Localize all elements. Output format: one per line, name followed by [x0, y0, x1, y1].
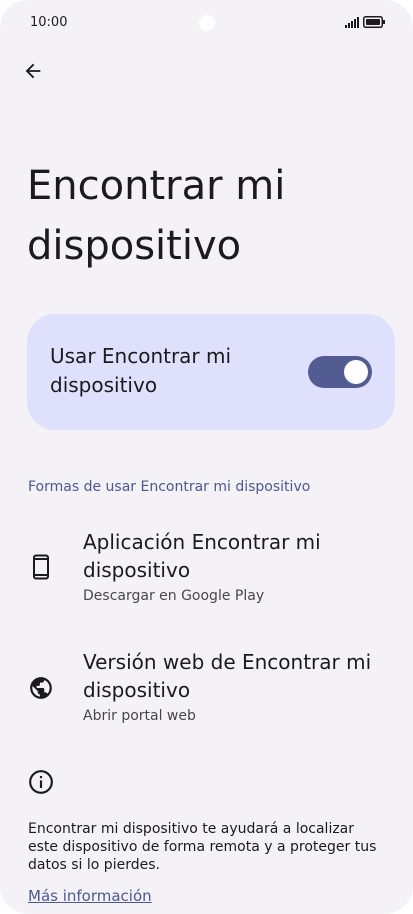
list-item-web[interactable]: Versión web de Encontrar mi dispositivo … [0, 648, 413, 734]
use-find-my-device-label: Usar Encontrar mi dispositivo [50, 344, 232, 397]
list-item-subtitle: Descargar en Google Play [83, 588, 265, 604]
globe-icon [28, 675, 54, 701]
back-button[interactable] [14, 52, 52, 90]
list-item-app[interactable]: Aplicación Encontrar mi dispositivo Desc… [0, 528, 413, 614]
page-title: Encontrar mi dispositivo [27, 163, 286, 269]
status-icons [345, 16, 385, 28]
battery-icon [363, 16, 385, 28]
more-info-link[interactable]: Más información [28, 887, 152, 905]
section-header: Formas de usar Encontrar mi dispositivo [28, 479, 311, 495]
info-text: Encontrar mi dispositivo te ayudará a lo… [28, 821, 377, 873]
switch-thumb [344, 360, 368, 384]
list-item-text: Aplicación Encontrar mi dispositivo Desc… [83, 528, 388, 606]
info-icon [28, 769, 54, 795]
status-time: 10:00 [30, 15, 68, 30]
list-item-title: Aplicación Encontrar mi dispositivo [83, 530, 321, 582]
phone-screen: 10:00 Encontrar mi dispositivo Usar Enco… [0, 0, 413, 914]
arrow-back-icon [25, 63, 41, 79]
signal-icon [345, 16, 359, 28]
use-find-my-device-switch[interactable] [308, 356, 372, 388]
phone-icon [28, 554, 54, 580]
list-item-subtitle: Abrir portal web [83, 708, 196, 724]
camera-cutout [199, 15, 215, 31]
use-find-my-device-card[interactable]: Usar Encontrar mi dispositivo [27, 314, 395, 430]
status-bar: 10:00 [0, 0, 413, 48]
list-item-text: Versión web de Encontrar mi dispositivo … [83, 648, 388, 726]
list-item-title: Versión web de Encontrar mi dispositivo [83, 650, 372, 702]
